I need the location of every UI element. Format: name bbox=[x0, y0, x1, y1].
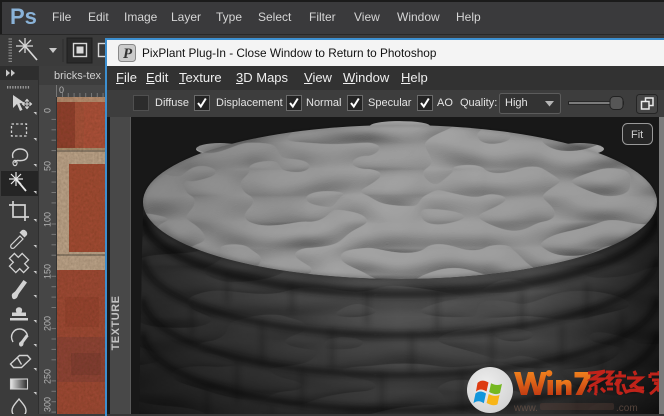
svg-text:200: 200 bbox=[43, 316, 53, 331]
svg-text:300: 300 bbox=[43, 397, 53, 412]
svg-text:50: 50 bbox=[43, 161, 53, 171]
svg-text:250: 250 bbox=[43, 369, 53, 384]
svg-text:150: 150 bbox=[43, 264, 53, 279]
svg-text:www.: www. bbox=[513, 403, 538, 414]
svg-text:0: 0 bbox=[43, 108, 53, 113]
svg-text:P: P bbox=[123, 46, 133, 62]
svg-text:.com: .com bbox=[616, 403, 638, 414]
svg-text:Fit: Fit bbox=[631, 129, 643, 141]
svg-text:100: 100 bbox=[43, 212, 53, 227]
